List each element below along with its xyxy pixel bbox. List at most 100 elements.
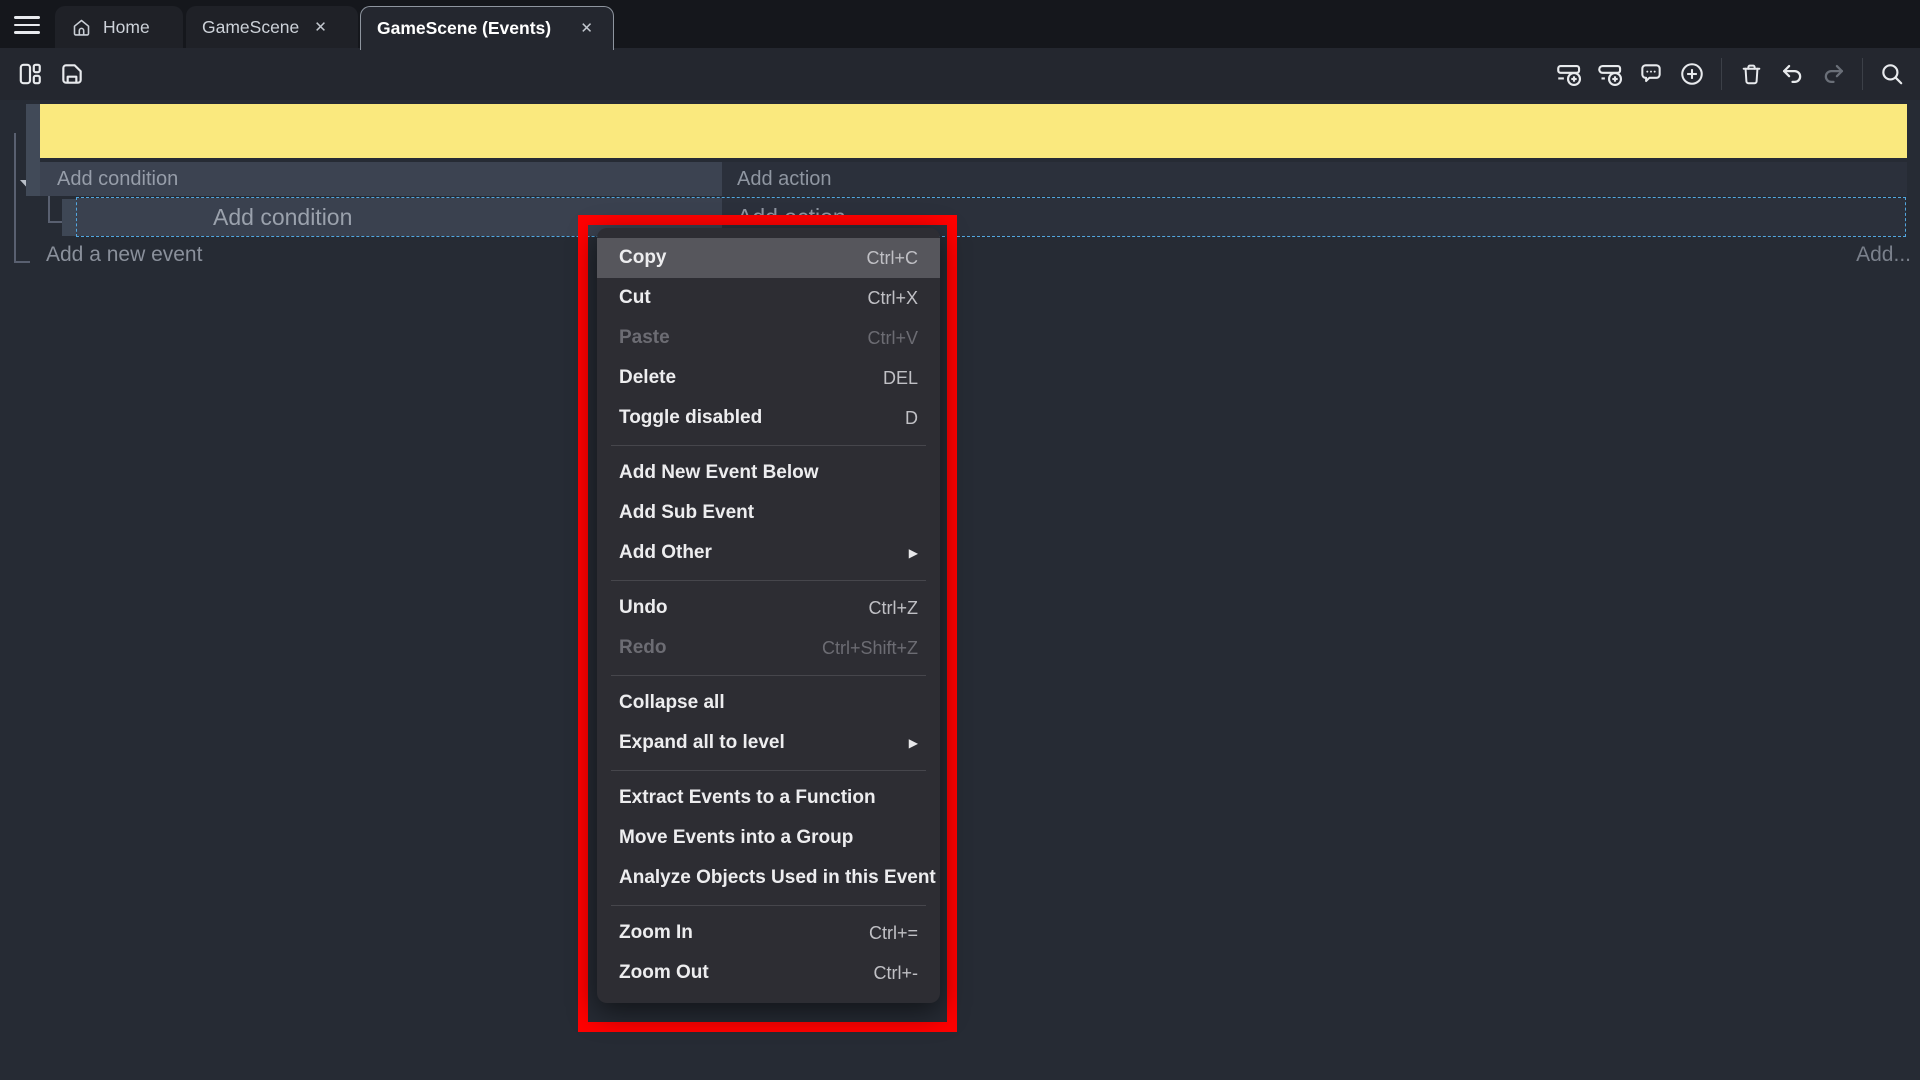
tab-label: GameScene [202, 17, 299, 38]
event-drag-handle[interactable] [26, 104, 40, 196]
menu-item-label: Zoom Out [619, 962, 709, 984]
selection-outline [76, 197, 1906, 237]
context-menu-item-add-sub-event[interactable]: Add Sub Event [597, 493, 940, 533]
context-menu-item-add-other[interactable]: Add Other ▶ [597, 533, 940, 573]
hamburger-icon [14, 16, 40, 19]
tab-label: Home [103, 17, 150, 38]
tab-gamescene-events[interactable]: GameScene (Events) ✕ [360, 6, 614, 50]
context-menu-divider [611, 770, 926, 771]
menu-item-label: Extract Events to a Function [619, 787, 876, 809]
menu-item-label: Paste [619, 327, 670, 349]
context-menu-item-analyze-objects-used-in-this-event[interactable]: Analyze Objects Used in this Event [597, 858, 940, 898]
add-comment-icon [1638, 61, 1664, 87]
context-menu-divider [611, 905, 926, 906]
menu-item-shortcut: Ctrl+X [867, 288, 918, 309]
home-icon [71, 17, 92, 38]
context-menu: Copy Ctrl+C Cut Ctrl+X Paste Ctrl+V Delete DEL T… [597, 228, 940, 1003]
add-circle-icon [1679, 61, 1705, 87]
panel-layout-icon [17, 61, 43, 87]
undo-icon [1779, 61, 1806, 88]
add-action-label: Add action [737, 168, 832, 191]
add-overflow-link[interactable]: Add... [1856, 243, 1911, 267]
submenu-arrow-icon: ▶ [909, 546, 918, 560]
submenu-arrow-icon: ▶ [909, 736, 918, 750]
menu-item-label: Add New Event Below [619, 462, 819, 484]
choose-event-button[interactable] [1674, 56, 1710, 92]
context-menu-item-move-events-into-a-group[interactable]: Move Events into a Group [597, 818, 940, 858]
context-menu-item-toggle-disabled[interactable]: Toggle disabled D [597, 398, 940, 438]
context-menu-item-copy[interactable]: Copy Ctrl+C [597, 238, 940, 278]
toolbar-divider [1862, 58, 1863, 90]
tab-gamescene[interactable]: GameScene ✕ [186, 6, 358, 48]
menu-item-label: Collapse all [619, 692, 725, 714]
tree-line [14, 133, 16, 263]
add-subevent-icon [1597, 61, 1624, 88]
context-menu-item-collapse-all[interactable]: Collapse all [597, 683, 940, 723]
menu-item-label: Delete [619, 367, 676, 389]
toggle-panels-button[interactable] [12, 56, 48, 92]
sub-event-drag-handle[interactable] [62, 199, 76, 236]
add-event-icon [1556, 61, 1583, 88]
tree-line [48, 221, 62, 223]
toolbar-left-group [12, 48, 90, 100]
save-button[interactable] [54, 56, 90, 92]
close-tab-icon[interactable]: ✕ [576, 19, 597, 38]
toolbar: Preview Publish [0, 48, 1920, 100]
menu-item-shortcut: D [905, 408, 918, 429]
main-menu-button[interactable] [10, 8, 50, 42]
context-menu-item-add-new-event-below[interactable]: Add New Event Below [597, 453, 940, 493]
delete-button[interactable] [1733, 56, 1769, 92]
context-menu-item-delete[interactable]: Delete DEL [597, 358, 940, 398]
search-icon [1879, 61, 1905, 87]
context-menu-divider [611, 445, 926, 446]
menu-item-label: Undo [619, 597, 668, 619]
context-menu-item-zoom-out[interactable]: Zoom Out Ctrl+- [597, 953, 940, 993]
menu-item-label: Add Other [619, 542, 712, 564]
menu-item-shortcut: Ctrl+Z [869, 598, 919, 619]
tab-bar: Home GameScene ✕ GameScene (Events) ✕ [0, 0, 1920, 48]
tree-line [14, 261, 30, 263]
trash-icon [1739, 62, 1764, 87]
context-menu-item-undo[interactable]: Undo Ctrl+Z [597, 588, 940, 628]
menu-item-shortcut: Ctrl+- [874, 963, 919, 984]
close-tab-icon[interactable]: ✕ [310, 18, 331, 37]
context-menu-item-zoom-in[interactable]: Zoom InCtrl+= [597, 913, 940, 953]
add-comment-button[interactable] [1633, 56, 1669, 92]
events-sheet: Add condition Add action Add condition A… [0, 100, 1920, 1080]
menu-item-label: Add Sub Event [619, 502, 754, 524]
toolbar-divider [1721, 58, 1722, 90]
menu-item-shortcut: Ctrl+C [866, 248, 918, 269]
menu-item-label: Copy [619, 247, 667, 269]
redo-button [1815, 56, 1851, 92]
add-subevent-button[interactable] [1592, 56, 1628, 92]
context-menu-item-cut[interactable]: Cut Ctrl+X [597, 278, 940, 318]
menu-item-label: Move Events into a Group [619, 827, 853, 849]
context-menu-item-paste: Paste Ctrl+V [597, 318, 940, 358]
menu-item-label: Analyze Objects Used in this Event [619, 867, 936, 889]
context-menu-item-extract-events-to-a-function[interactable]: Extract Events to a Function [597, 778, 940, 818]
context-menu-item-expand-all-to-level[interactable]: Expand all to level▶ [597, 723, 940, 763]
search-button[interactable] [1874, 56, 1910, 92]
hamburger-icon [14, 31, 40, 34]
add-new-event-link[interactable]: Add a new event [46, 243, 202, 267]
tab-home[interactable]: Home [55, 6, 183, 48]
menu-item-shortcut: DEL [883, 368, 918, 389]
menu-item-shortcut: Ctrl+V [867, 328, 918, 349]
toolbar-right-group [1551, 48, 1910, 100]
menu-item-shortcut: Ctrl+Shift+Z [822, 638, 918, 659]
comment-event[interactable] [40, 104, 1907, 158]
context-menu-item-redo: RedoCtrl+Shift+Z [597, 628, 940, 668]
tab-label: GameScene (Events) [377, 18, 565, 39]
menu-item-label: Toggle disabled [619, 407, 762, 429]
context-menu-divider [611, 675, 926, 676]
add-condition-cell[interactable]: Add condition [40, 162, 722, 196]
context-menu-divider [611, 580, 926, 581]
redo-icon [1820, 61, 1847, 88]
menu-item-label: Cut [619, 287, 651, 309]
add-action-cell[interactable]: Add action [722, 162, 1907, 196]
add-event-button[interactable] [1551, 56, 1587, 92]
menu-item-shortcut: Ctrl+= [869, 923, 918, 944]
tree-line [48, 196, 50, 222]
undo-button[interactable] [1774, 56, 1810, 92]
gdevelop-window: Home GameScene ✕ GameScene (Events) ✕ [0, 0, 1920, 1080]
